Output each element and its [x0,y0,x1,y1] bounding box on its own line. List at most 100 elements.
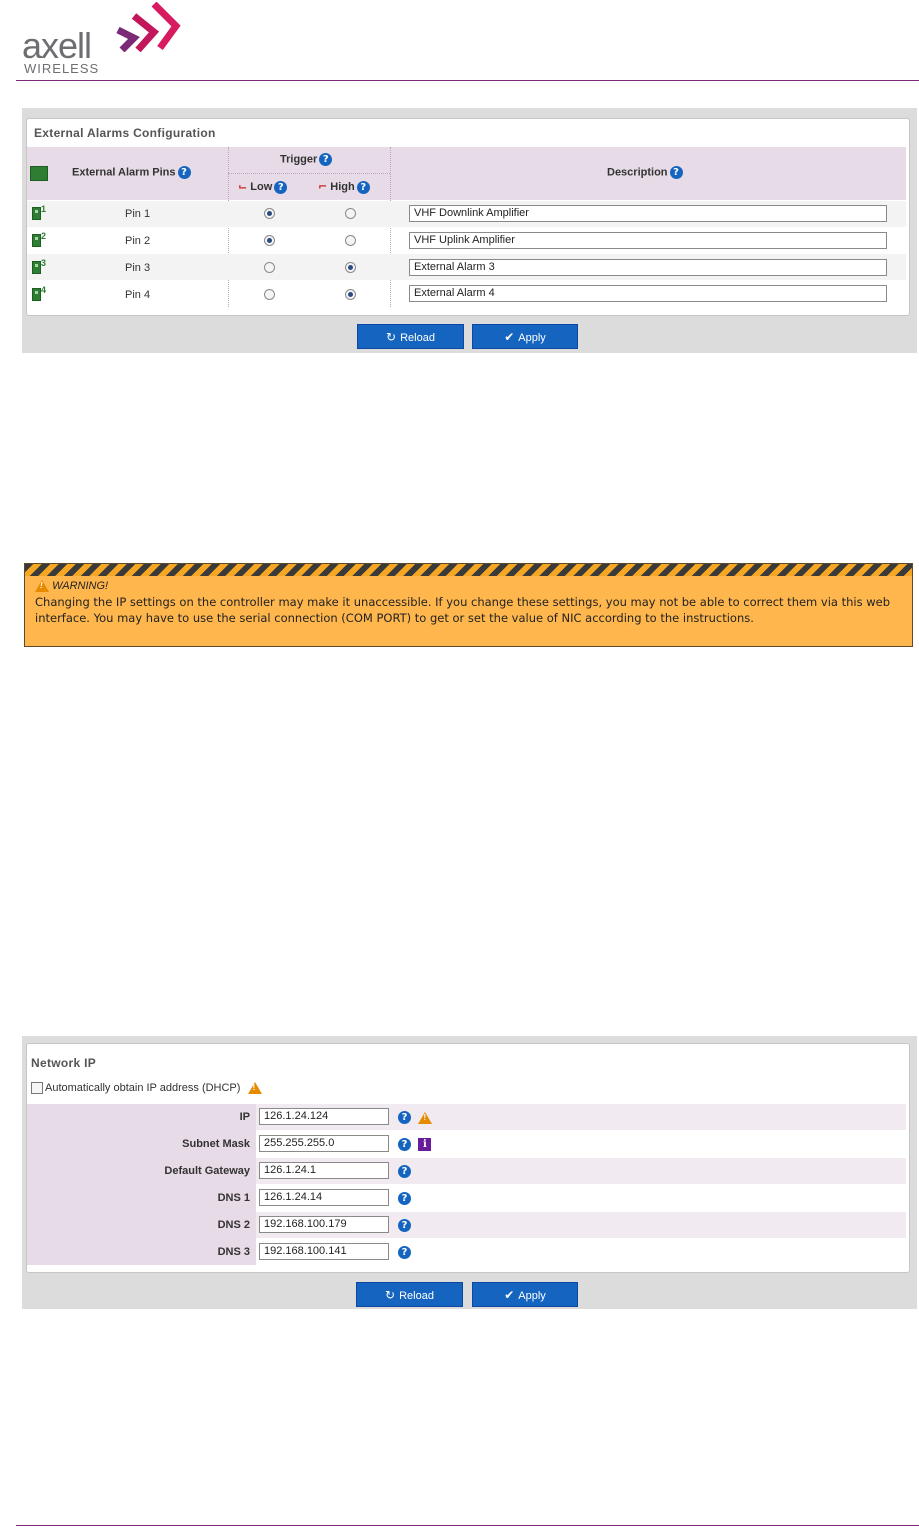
trigger-high-radio[interactable] [345,262,356,273]
network-title: Network IP [31,1056,97,1070]
trigger-header: Trigger? [280,153,333,166]
brand-logo: axell WIRELESS [22,2,181,76]
help-icon[interactable]: ? [319,153,333,166]
subnet-icons: ? i [396,1136,432,1154]
brand-subtitle: WIRELESS [24,61,100,76]
falling-edge-icon: ⌙ [238,180,248,193]
description-header-label: Description [607,166,668,179]
gateway-label: Default Gateway [164,1165,250,1177]
subnet-label: Subnet Mask [182,1138,250,1150]
subnet-input[interactable] [259,1135,389,1152]
dhcp-checkbox[interactable] [31,1082,43,1094]
help-icon[interactable]: ? [398,1165,411,1179]
reload-label: Reload [400,332,435,344]
dns1-icons: ? [396,1190,411,1208]
pin-label: Pin 3 [125,262,151,274]
dns1-input[interactable] [259,1189,389,1206]
trigger-divider [228,173,390,175]
pin-number: 2 [41,231,47,241]
pin-label: Pin 4 [125,289,151,301]
help-icon[interactable]: ? [398,1192,411,1206]
dns3-input[interactable] [259,1243,389,1260]
pin-number: 4 [41,285,47,295]
help-icon[interactable]: ? [398,1219,411,1233]
trigger-header-label: Trigger [280,153,318,166]
trigger-high-radio[interactable] [345,235,356,246]
warning-title-row: WARNING! [35,580,109,593]
warning-icon [418,1111,433,1124]
high-header: ⌐ High? [318,180,370,194]
gateway-icons: ? [396,1163,411,1181]
help-icon[interactable]: ? [177,166,191,179]
pin-icon [32,288,41,301]
hazard-stripes [25,564,912,576]
gateway-input[interactable] [259,1162,389,1179]
dhcp-row: Automatically obtain IP address (DHCP) [45,1082,262,1095]
description-input[interactable] [409,205,887,222]
dns3-label: DNS 3 [217,1246,250,1258]
trigger-low-radio[interactable] [264,235,275,246]
info-icon[interactable]: i [418,1138,432,1152]
help-icon[interactable]: ? [669,166,683,179]
dhcp-label: Automatically obtain IP address (DHCP) [45,1082,241,1094]
dns2-icons: ? [396,1217,411,1235]
help-icon[interactable]: ? [356,180,370,194]
alarms-title: External Alarms Configuration [34,126,216,140]
column-divider [390,147,392,307]
dns1-label: DNS 1 [217,1192,250,1204]
ip-icons: ? [396,1109,433,1127]
apply-label: Apply [518,332,546,344]
label-column [27,1104,256,1265]
trigger-low-radio[interactable] [264,262,275,273]
pins-header-label: External Alarm Pins [72,166,176,179]
reload-icon: ↻ [385,1288,396,1302]
trigger-low-radio[interactable] [264,208,275,219]
reload-label: Reload [399,1290,434,1302]
trigger-low-radio[interactable] [264,289,275,300]
warning-icon [35,580,49,593]
warning-title: WARNING! [52,580,109,592]
warning-banner: WARNING! Changing the IP settings on the… [24,563,913,647]
description-input[interactable] [409,285,887,302]
help-icon[interactable]: ? [398,1138,411,1152]
dns2-input[interactable] [259,1216,389,1233]
reload-icon: ↻ [386,330,397,344]
check-icon: ✔ [504,330,515,344]
connector-icon [30,166,48,181]
ip-input[interactable] [259,1108,389,1125]
logo-chevron-icon [116,2,181,52]
rising-edge-icon: ⌐ [318,180,328,193]
check-icon: ✔ [504,1288,515,1302]
pins-header: External Alarm Pins? [72,166,191,179]
high-header-label: High [330,181,355,193]
pin-number: 3 [41,258,47,268]
pin-number: 1 [41,204,47,214]
description-header: Description? [607,166,683,179]
low-header-label: Low [250,181,273,193]
pin-label: Pin 2 [125,235,151,247]
warning-text: Changing the IP settings on the controll… [35,595,891,625]
apply-label: Apply [518,1290,546,1302]
help-icon[interactable]: ? [398,1111,411,1125]
pin-label: Pin 1 [125,208,151,220]
ip-label: IP [239,1111,250,1123]
reload-button[interactable]: ↻ Reload [357,324,464,349]
help-icon[interactable]: ? [398,1246,411,1260]
pin-icon [32,207,41,220]
help-icon[interactable]: ? [274,180,288,194]
apply-button[interactable]: ✔ Apply [472,324,578,349]
low-header: ⌙ Low? [238,180,288,194]
description-input[interactable] [409,259,887,276]
footer-divider [16,1525,919,1526]
pin-icon [32,234,41,247]
dns3-icons: ? [396,1244,411,1262]
network-reload-button[interactable]: ↻ Reload [356,1282,463,1307]
brand-name: axell [22,25,92,66]
dns2-label: DNS 2 [217,1219,250,1231]
pin-icon [32,261,41,274]
trigger-high-radio[interactable] [345,289,356,300]
trigger-high-radio[interactable] [345,208,356,219]
network-apply-button[interactable]: ✔ Apply [472,1282,578,1307]
description-input[interactable] [409,232,887,249]
column-divider [228,147,230,307]
